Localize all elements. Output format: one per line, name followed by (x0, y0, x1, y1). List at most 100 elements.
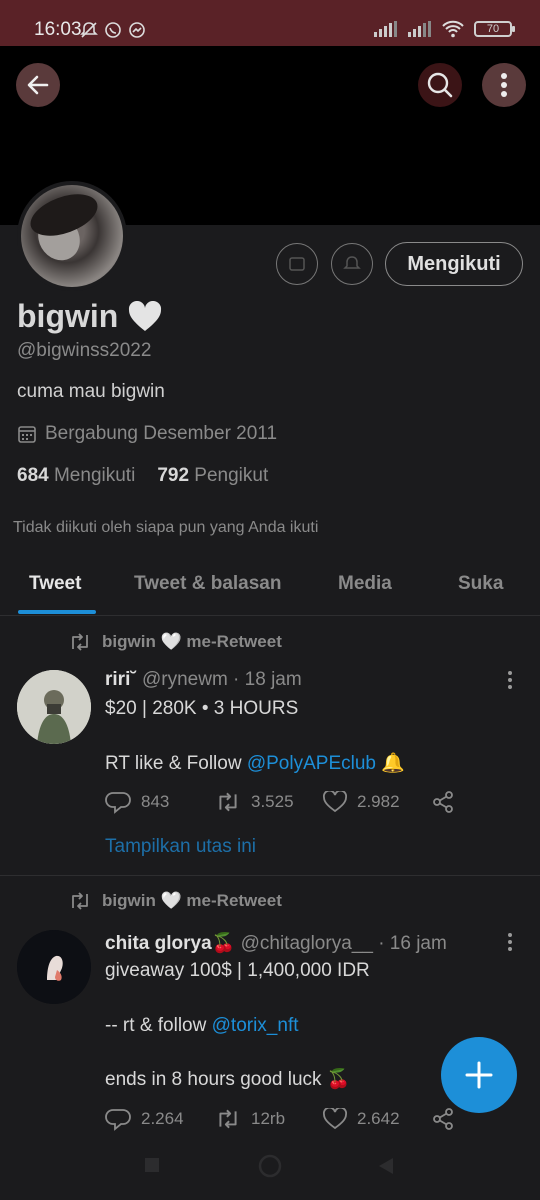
whatsapp-icon (105, 22, 121, 38)
tweet-text-line: $20 | 280K • 3 HOURS (105, 698, 299, 719)
retweet-icon (72, 892, 88, 910)
tweet-text-line: RT like & Follow @PolyAPEclub 🔔 (105, 752, 405, 776)
reply-icon (105, 792, 131, 814)
active-tab-indicator (18, 610, 96, 614)
tweet-header: riri˘ @rynewm · 18 jam (105, 669, 302, 691)
tweet-more-button[interactable] (506, 932, 514, 957)
show-thread-link[interactable]: Tampilkan utas ini (105, 836, 256, 858)
retweet-icon (219, 1109, 237, 1129)
more-vertical-icon (508, 933, 512, 951)
messenger-icon (129, 22, 145, 38)
square-icon (145, 1158, 159, 1172)
share-icon (433, 791, 453, 813)
retweet-button[interactable]: 12rb (215, 1109, 323, 1129)
compose-tweet-button[interactable] (441, 1037, 517, 1113)
back-nav-button[interactable] (378, 1157, 394, 1180)
mute-icon (80, 22, 98, 38)
message-button[interactable] (276, 243, 318, 285)
tweet-handle: @chitaglorya__ (240, 933, 373, 954)
more-vertical-icon (508, 671, 512, 689)
like-button[interactable]: 2.982 (323, 791, 431, 813)
tweet-time: · 16 jam (378, 933, 447, 954)
like-count: 2.642 (357, 1109, 400, 1128)
tweet-actions: 843 3.525 2.982 (105, 790, 455, 814)
followers-count: 792 (157, 465, 190, 486)
followers-label: Pengikut (194, 465, 269, 486)
avatar-image (17, 670, 91, 744)
tweet-text-line: -- rt & follow @torix_nft (105, 1014, 299, 1038)
follow-stats: 684 Mengikuti 792 Pengikut (17, 465, 268, 487)
heart-outline-icon (323, 1108, 347, 1130)
more-options-button[interactable] (482, 63, 526, 107)
home-button[interactable] (258, 1154, 282, 1183)
tweet-text-prefix: RT like & Follow (105, 753, 247, 774)
share-icon (433, 1108, 453, 1130)
reply-button[interactable]: 843 (105, 790, 215, 814)
reply-button[interactable]: 2.264 (105, 1107, 215, 1131)
profile-name-text: bigwin (17, 298, 119, 334)
like-button[interactable]: 2.642 (323, 1108, 431, 1130)
tab-tweet-replies[interactable]: Tweet & balasan (134, 573, 281, 595)
share-button[interactable] (431, 790, 455, 814)
followers-stat[interactable]: 792 Pengikut (157, 465, 268, 487)
tweet-text-suffix: 🔔 (375, 753, 405, 774)
reply-icon (105, 1109, 131, 1131)
more-vertical-icon (501, 73, 507, 97)
avatar-image (21, 185, 123, 287)
status-bar: 16:03 70 (0, 0, 540, 46)
tweet-text-line: giveaway 100$ | 1,400,000 IDR (105, 960, 370, 981)
retweet-count: 12rb (251, 1109, 286, 1128)
arrow-left-icon (27, 75, 49, 95)
tweet[interactable]: bigwin 🤍 me-Retweet riri˘ @rynewm · 18 j… (0, 618, 540, 876)
retweet-button[interactable]: 3.525 (215, 792, 323, 812)
retweet-icon (72, 633, 88, 651)
profile-name: bigwin (17, 298, 162, 335)
avatar-image (17, 930, 91, 1004)
following-button[interactable]: Mengikuti (385, 242, 523, 286)
retweet-by-text: bigwin 🤍 me-Retweet (102, 891, 282, 910)
notification-icons (80, 21, 146, 39)
retweet-by-text: bigwin 🤍 me-Retweet (102, 632, 282, 651)
retweet-indicator: bigwin 🤍 me-Retweet (68, 891, 282, 911)
tweet-time: · 18 jam (233, 669, 302, 690)
system-icons: 70 (374, 20, 515, 38)
following-count: 684 (17, 465, 49, 486)
wifi-icon (442, 20, 464, 38)
battery-indicator: 70 (474, 21, 515, 37)
not-followed-note: Tidak diikuti oleh siapa pun yang Anda i… (13, 519, 319, 536)
tweet-author-avatar[interactable] (17, 670, 91, 744)
reply-count: 843 (141, 792, 170, 811)
retweet-icon (219, 792, 237, 812)
tweet-display-name[interactable]: chita glorya🍒 (105, 933, 235, 954)
status-time: 16:03 (34, 19, 82, 40)
tweet-handle: @rynewm (141, 669, 228, 690)
following-stat[interactable]: 684 Mengikuti (17, 465, 135, 487)
like-count: 2.982 (357, 792, 400, 811)
profile-avatar[interactable] (17, 181, 127, 291)
tweet-text-prefix: -- rt & follow (105, 1015, 212, 1036)
tweet-display-name[interactable]: riri˘ (105, 669, 137, 690)
reply-count: 2.264 (141, 1109, 184, 1128)
retweet-indicator: bigwin 🤍 me-Retweet (68, 632, 282, 652)
notification-bell-button[interactable] (331, 243, 373, 285)
tweet-more-button[interactable] (506, 670, 514, 695)
tweet-author-avatar[interactable] (17, 930, 91, 1004)
recents-button[interactable] (144, 1157, 160, 1178)
signal-icon (408, 21, 431, 37)
tab-media[interactable]: Media (338, 573, 392, 595)
tab-tweet[interactable]: Tweet (29, 573, 81, 595)
profile-handle: @bigwinss2022 (17, 340, 152, 361)
search-button[interactable] (418, 63, 462, 107)
message-icon (289, 257, 305, 271)
plus-icon (465, 1061, 493, 1089)
white-heart-icon (129, 300, 162, 331)
back-button[interactable] (16, 63, 60, 107)
mention-link[interactable]: @torix_nft (212, 1015, 299, 1036)
following-label: Mengikuti (53, 465, 136, 486)
circle-icon (258, 1154, 282, 1178)
retweet-count: 3.525 (251, 792, 294, 811)
mention-link[interactable]: @PolyAPEclub (247, 753, 376, 774)
signal-icon (374, 21, 397, 37)
share-button[interactable] (431, 1107, 455, 1131)
tab-likes[interactable]: Suka (458, 573, 503, 595)
